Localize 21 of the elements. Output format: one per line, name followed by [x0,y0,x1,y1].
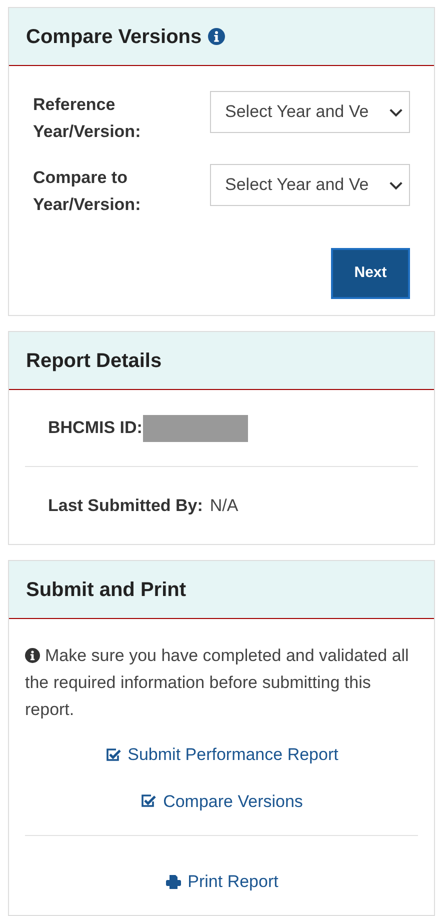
caret-icon [389,108,403,116]
select-dropdown[interactable]: Select Year and Ve [210,164,410,206]
notice-text: Make sure you have completed and validated all the required information before submitting this report. [25,645,410,721]
detail-label: BHCMIS ID: [48,417,142,440]
panel-title: Report Details [26,348,162,374]
panel-title: Submit and Print [26,578,186,602]
field-label: Reference Year/Version: [33,94,142,143]
select-dropdown[interactable]: Select Year and Ve [210,91,410,133]
field-label: Compare to Year/Version: [33,167,142,216]
checkbox-icon [140,793,158,810]
detail-label: Last Submitted By: [48,494,203,517]
caret-icon [389,180,403,190]
link[interactable]: Compare Versions [140,788,303,814]
checkbox-icon [104,746,122,763]
link[interactable]: Submit Performance Report [104,742,338,768]
info-icon[interactable] [208,28,225,45]
panel-title: Compare Versions [26,24,202,50]
link[interactable]: Print Report [164,869,278,894]
info-icon [25,648,40,663]
next-button[interactable]: Next [331,248,410,299]
detail-value: N/A [210,494,238,517]
